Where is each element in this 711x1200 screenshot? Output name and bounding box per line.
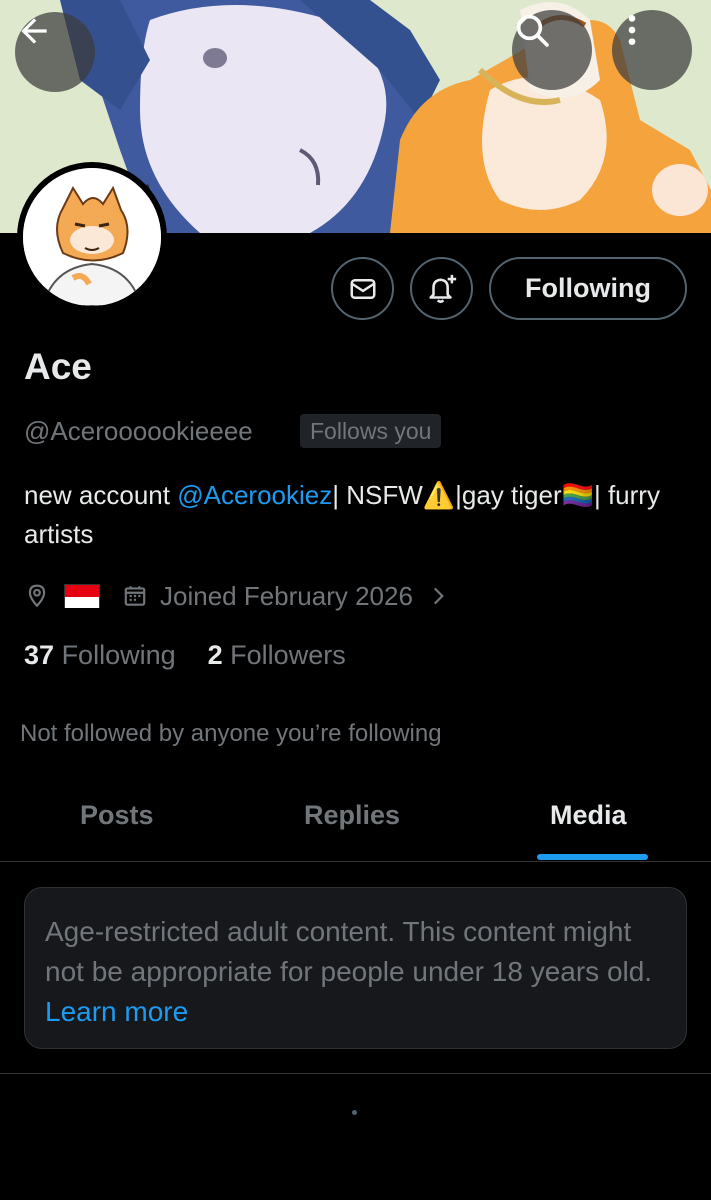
profile-tabs: Posts Replies Media <box>0 780 711 862</box>
follow-stats: 37 Following 2 Followers <box>24 640 346 671</box>
tab-media[interactable]: Media <box>550 800 627 831</box>
profile-bio: new account @Acerookiez| NSFW⚠️|gay tige… <box>24 476 704 554</box>
follows-you-badge: Follows you <box>300 414 442 448</box>
envelope-icon <box>350 278 375 299</box>
chevron-right-icon[interactable] <box>425 583 451 609</box>
bio-prefix: new account <box>24 480 178 510</box>
avatar-image <box>23 168 161 306</box>
profile-meta: Joined February 2026 <box>24 578 451 614</box>
bio-mention-link[interactable]: @Acerookiez <box>177 480 332 510</box>
arrow-left-icon <box>21 18 47 44</box>
search-button[interactable] <box>512 10 592 90</box>
followers-count: 2 <box>207 640 223 670</box>
following-stat[interactable]: 37 Following <box>24 640 176 671</box>
loading-dot <box>352 1110 357 1115</box>
following-count: 37 <box>24 640 55 670</box>
joined-date: Joined February 2026 <box>160 580 413 611</box>
followers-label: Followers <box>230 640 346 670</box>
bell-plus-icon <box>428 274 456 303</box>
location-pin-icon <box>28 584 46 608</box>
back-button[interactable] <box>15 12 95 92</box>
location-flag-icon <box>64 584 100 608</box>
active-tab-indicator <box>537 854 648 860</box>
notice-text: Age-restricted adult content. This conte… <box>45 916 653 987</box>
tab-posts[interactable]: Posts <box>80 800 154 831</box>
followers-stat[interactable]: 2 Followers <box>208 640 346 671</box>
tab-replies[interactable]: Replies <box>304 800 400 831</box>
divider <box>0 1073 711 1074</box>
message-button[interactable] <box>331 257 394 320</box>
following-label: Following <box>61 640 176 670</box>
profile-name: Ace <box>24 346 92 387</box>
following-button[interactable]: Following <box>489 257 687 320</box>
calendar-icon <box>124 586 146 606</box>
learn-more-link[interactable]: Learn more <box>45 996 188 1027</box>
more-button[interactable] <box>612 10 692 90</box>
notifications-button[interactable] <box>410 257 473 320</box>
avatar[interactable] <box>17 162 167 312</box>
search-icon <box>516 14 549 47</box>
age-restriction-notice: Age-restricted adult content. This conte… <box>24 887 687 1049</box>
mutual-followers-note[interactable]: Not followed by anyone you’re following <box>20 720 442 748</box>
more-vertical-icon <box>628 15 636 45</box>
profile-handle: @Aceroooookieeee <box>24 416 253 446</box>
